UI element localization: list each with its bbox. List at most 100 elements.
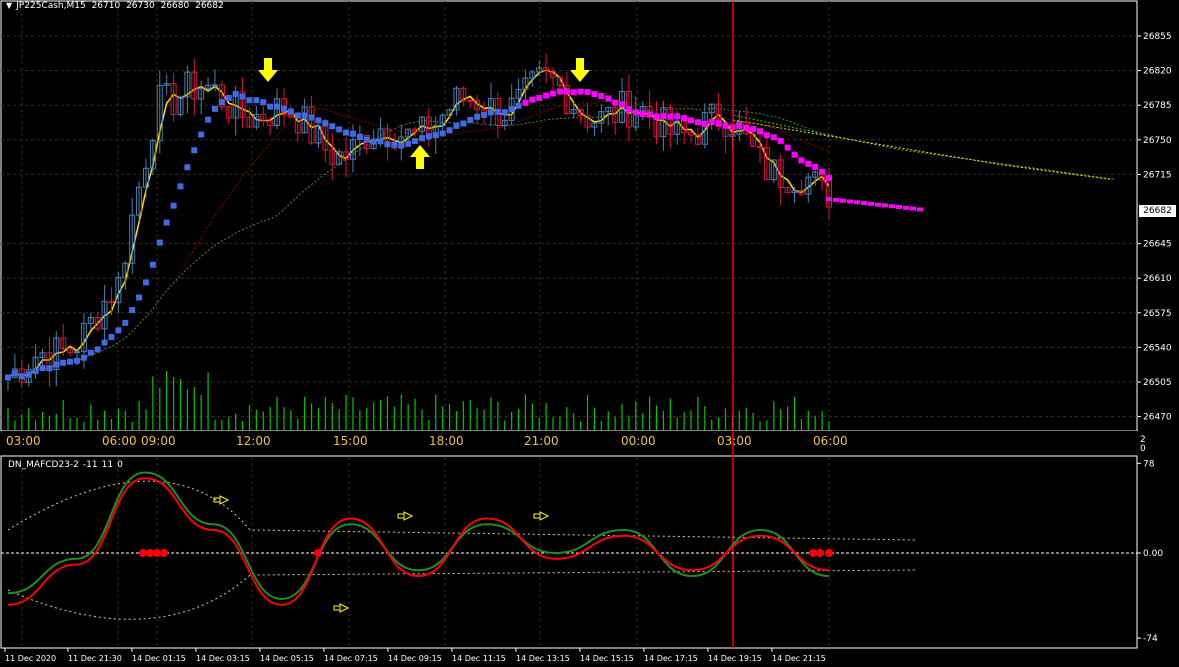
macd-red-line xyxy=(7,477,830,606)
marker-hand-icon xyxy=(333,603,350,613)
trend-step xyxy=(32,368,39,375)
trend-step xyxy=(329,123,336,130)
signal-dot xyxy=(314,549,322,557)
trend-step xyxy=(812,163,819,170)
ohlc-open: 26710 xyxy=(91,1,121,11)
trend-step xyxy=(570,89,577,96)
trend-step xyxy=(267,103,274,110)
signal-dot xyxy=(139,549,147,557)
arrow-up-icon xyxy=(410,145,430,169)
lower-band-line xyxy=(7,569,916,620)
marker-hand-icon xyxy=(397,511,414,521)
bottom-time-label: 14 Dec 17:15 xyxy=(644,654,698,663)
trend-step xyxy=(777,137,784,144)
trend-step xyxy=(163,219,170,226)
chart-canvas[interactable]: 26855 26820 26785 26750 26715 26645 26610 26575… xyxy=(0,0,1179,667)
trend-step xyxy=(674,113,681,120)
price-label: 26540 xyxy=(1143,343,1172,353)
indicator-param-3: 0 xyxy=(117,460,123,470)
candles xyxy=(5,53,832,391)
signal-dot xyxy=(153,549,161,557)
trend-step xyxy=(432,132,439,139)
trend-step xyxy=(833,197,839,202)
time-label: 12:00 xyxy=(236,434,271,448)
indicator-axis-label: -74 xyxy=(1143,634,1158,644)
trend-step xyxy=(632,109,639,116)
trend-step xyxy=(225,94,232,101)
trend-step xyxy=(605,95,612,102)
time-label: 18:00 xyxy=(429,434,464,448)
bottom-time-label: 14 Dec 15:15 xyxy=(580,654,634,663)
trend-step xyxy=(522,99,529,106)
trend-step xyxy=(917,207,923,212)
price-label: 26610 xyxy=(1143,274,1172,284)
trend-step xyxy=(757,128,764,135)
signal-dot xyxy=(825,549,833,557)
trend-step xyxy=(253,97,260,104)
time-label: 00:00 xyxy=(621,434,656,448)
trend-step xyxy=(108,334,115,341)
candle-body xyxy=(467,99,474,102)
upper-band-line xyxy=(7,480,916,541)
trend-step xyxy=(494,108,501,115)
trend-step xyxy=(460,120,467,127)
price-label: 26785 xyxy=(1143,101,1172,111)
ohlc-close: 26682 xyxy=(195,1,224,11)
trend-step xyxy=(18,373,25,380)
indicator-title: DN_MAFCD23-2 -11 11 0 xyxy=(8,460,127,470)
trend-step xyxy=(750,126,757,133)
trend-step xyxy=(239,93,246,100)
trend-step xyxy=(826,174,832,181)
trend-step xyxy=(87,349,94,356)
trend-step xyxy=(94,346,101,353)
trend-step xyxy=(577,88,584,95)
trend-step xyxy=(439,130,446,137)
price-label: 26855 xyxy=(1143,32,1172,42)
macd-green-line xyxy=(7,471,830,601)
trend-step xyxy=(819,168,826,175)
trend-step xyxy=(868,201,874,206)
trend-step xyxy=(336,126,343,133)
trend-step xyxy=(715,120,722,127)
trend-step xyxy=(639,111,646,118)
current-price-tag: 26682 xyxy=(1139,205,1176,217)
price-label: 26750 xyxy=(1143,136,1172,146)
trend-step xyxy=(170,202,177,209)
time-label: 03:00 xyxy=(717,434,752,448)
trend-step xyxy=(598,92,605,99)
trend-step xyxy=(474,113,481,120)
trend-step xyxy=(667,113,674,120)
candle-body xyxy=(211,84,218,87)
trend-step xyxy=(136,294,143,301)
trend-step xyxy=(129,307,136,314)
trend-step xyxy=(861,201,867,206)
trend-step xyxy=(543,92,550,99)
trend-step xyxy=(722,122,729,129)
trend-step xyxy=(384,141,391,148)
price-label: 26575 xyxy=(1143,309,1172,319)
time-label: 06:00 xyxy=(102,434,137,448)
trend-step xyxy=(501,109,508,116)
trend-step xyxy=(370,138,377,145)
price-label: 26715 xyxy=(1143,170,1172,180)
trend-step xyxy=(39,365,46,372)
trend-step xyxy=(391,141,398,148)
trend-step xyxy=(591,91,598,98)
trend-step xyxy=(301,112,308,119)
arrow-down-icon xyxy=(570,58,590,82)
bottom-time-axis: 11 Dec 2020 11 Dec 21:30 14 Dec 01:15 14 De… xyxy=(4,648,826,663)
trend-step xyxy=(826,197,832,202)
trend-step xyxy=(142,279,149,286)
signal-dot xyxy=(816,549,824,557)
bottom-time-label: 14 Dec 13:15 xyxy=(516,654,570,663)
trend-step xyxy=(184,164,191,171)
trend-step xyxy=(5,374,11,381)
trend-step xyxy=(896,205,902,210)
bottom-time-label: 14 Dec 07:15 xyxy=(324,654,378,663)
trend-step xyxy=(191,147,198,154)
trend-step xyxy=(612,99,619,106)
volume-scale-label: 0 xyxy=(1140,444,1146,454)
trend-step xyxy=(280,105,287,112)
trend-step xyxy=(646,111,653,118)
indicator-name: DN_MAFCD23-2 xyxy=(8,460,79,470)
